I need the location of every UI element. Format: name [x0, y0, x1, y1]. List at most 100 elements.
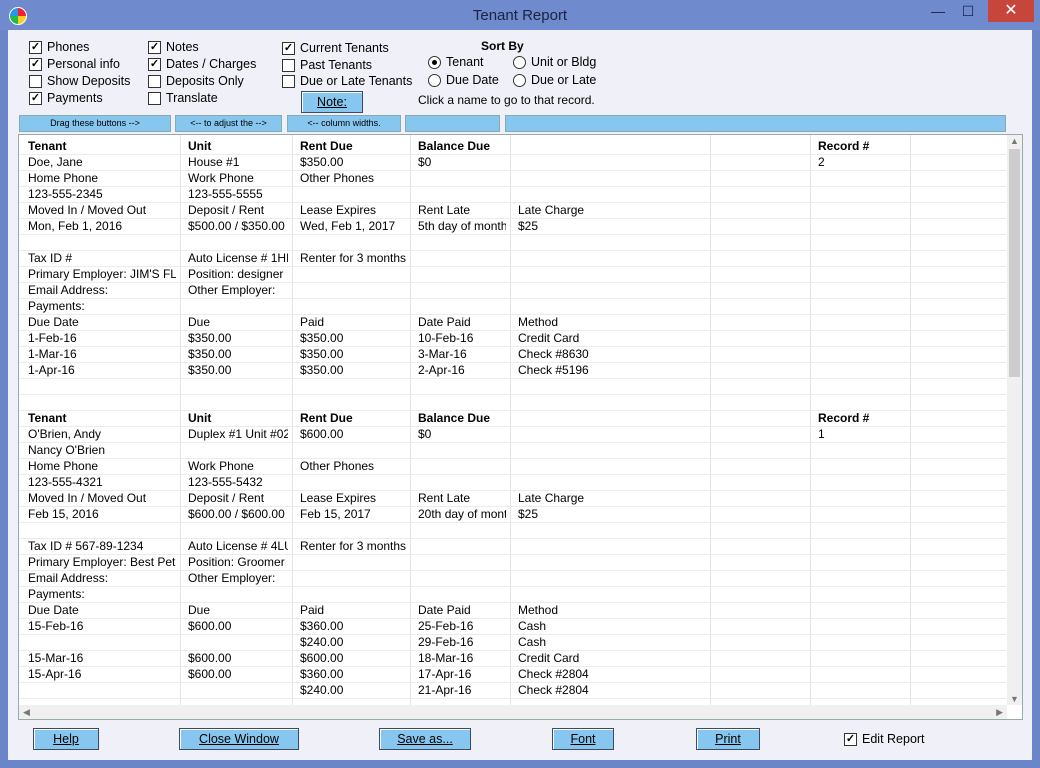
deposits-only-checkbox[interactable]: Deposits Only — [148, 74, 244, 88]
table-row[interactable]: Due Date Due Paid Date Paid Method — [19, 602, 1006, 619]
notes-checkbox[interactable]: ✓ Notes — [148, 40, 199, 54]
table-row[interactable]: 123-555-2345 123-555-5555 — [19, 186, 1006, 203]
table-row[interactable]: Payments: — [19, 586, 1006, 603]
table-row[interactable]: Doe, Jane House #1 $350.00 $0 2 — [19, 154, 1006, 171]
table-cell: $500.00 / $350.00 — [188, 219, 285, 233]
table-row[interactable]: Moved In / Moved Out Deposit / Rent Lease … — [19, 490, 1006, 507]
table-row[interactable]: Tax ID # 567-89-1234 Auto License # 4LU Re… — [19, 538, 1006, 555]
minimize-button[interactable]: — — [924, 0, 952, 22]
save-as-button[interactable]: Save as... — [379, 728, 471, 750]
table-row[interactable]: 15-Mar-16 $600.00 $600.00 18-Mar-16 Credit C… — [19, 650, 1006, 667]
sort-unit-radio[interactable]: Unit or Bldg — [513, 55, 596, 69]
checkbox-box[interactable]: ✓ — [844, 732, 857, 746]
table-cell: Email Address: — [28, 283, 109, 297]
help-button[interactable]: Help — [33, 728, 99, 750]
edit-report-checkbox[interactable]: ✓ Edit Report — [844, 732, 925, 746]
table-cell: Moved In / Moved Out — [28, 203, 147, 217]
table-row[interactable]: Tenant Unit Rent Due Balance Due Record # — [19, 138, 1006, 155]
scroll-down-icon[interactable]: ▼ — [1010, 694, 1019, 704]
due-or-late-tenants-checkbox[interactable]: Due or Late Tenants — [282, 74, 412, 88]
personal-info-checkbox[interactable]: ✓ Personal info — [29, 57, 120, 71]
table-row[interactable]: Home Phone Work Phone Other Phones — [19, 170, 1006, 187]
table-cell: 20th day of montl — [418, 507, 506, 521]
table-row[interactable]: O'Brien, Andy Duplex #1 Unit #02 $600.00 $0… — [19, 426, 1006, 443]
checkbox-box[interactable] — [29, 74, 42, 88]
scroll-thumb[interactable] — [1009, 149, 1020, 377]
checkbox-box[interactable] — [282, 58, 295, 72]
checkbox-box[interactable] — [148, 91, 161, 105]
table-cell: Tenant — [28, 411, 67, 425]
table-row[interactable]: Due Date Due Paid Date Paid Method — [19, 314, 1006, 331]
checkbox-box[interactable] — [148, 74, 161, 88]
current-tenants-checkbox[interactable]: ✓ Current Tenants — [282, 41, 389, 55]
sort-due-date-radio[interactable]: Due Date — [428, 73, 499, 87]
sort-due-or-late-radio[interactable]: Due or Late — [513, 73, 596, 87]
scroll-left-icon[interactable]: ◀ — [23, 707, 30, 718]
table-row[interactable]: Feb 15, 2016 $600.00 / $600.00 Feb 15, 201… — [19, 506, 1006, 523]
table-row[interactable]: Nancy O'Brien — [19, 442, 1006, 459]
table-row[interactable]: 123-555-4321 123-555-5432 — [19, 474, 1006, 491]
sort-tenant-radio[interactable]: Tenant — [428, 55, 484, 69]
payments-checkbox[interactable]: ✓ Payments — [29, 91, 103, 105]
phones-checkbox[interactable]: ✓ Phones — [29, 40, 89, 54]
drag-column-button-4[interactable] — [405, 115, 500, 132]
table-row[interactable]: Tenant Unit Rent Due Balance Due Record # — [19, 410, 1006, 427]
translate-checkbox[interactable]: Translate — [148, 91, 218, 105]
table-row[interactable]: 15-Feb-16 $600.00 $360.00 25-Feb-16 Cash — [19, 618, 1006, 635]
table-row[interactable]: 1-Mar-16 $350.00 $350.00 3-Mar-16 Check #863… — [19, 346, 1006, 363]
vertical-scrollbar[interactable]: ▲ ▼ — [1007, 135, 1022, 705]
table-row[interactable]: Primary Employer: JIM'S FLO Position: des… — [19, 266, 1006, 283]
drag-column-button-5[interactable] — [505, 115, 1006, 132]
table-cell: 15-Apr-16 — [28, 667, 82, 681]
table-row[interactable]: Moved In / Moved Out Deposit / Rent Lease … — [19, 202, 1006, 219]
table-row[interactable] — [19, 234, 1006, 251]
close-window-button[interactable]: Close Window — [179, 728, 299, 750]
scroll-right-icon[interactable]: ▶ — [996, 707, 1003, 718]
close-window-icon[interactable]: ✕ — [988, 0, 1034, 22]
report-grid[interactable]: Tenant Unit Rent Due Balance Due Record # Doe… — [18, 134, 1023, 720]
checkbox-box[interactable]: ✓ — [29, 40, 42, 54]
radio-circle[interactable] — [428, 73, 441, 87]
radio-circle[interactable] — [513, 55, 526, 69]
drag-column-button-2[interactable]: <-- to adjust the --> — [175, 115, 282, 132]
past-tenants-checkbox[interactable]: Past Tenants — [282, 58, 372, 72]
table-row[interactable]: Primary Employer: Best Pet Position: Groo… — [19, 554, 1006, 571]
table-cell: 123-555-5555 — [188, 187, 263, 201]
maximize-button[interactable]: ☐ — [954, 0, 982, 22]
table-row[interactable]: Email Address: Other Employer: — [19, 282, 1006, 299]
table-row[interactable]: 1-Feb-16 $350.00 $350.00 10-Feb-16 Credit Ca… — [19, 330, 1006, 347]
checkbox-box[interactable]: ✓ — [29, 91, 42, 105]
table-cell: Email Address: — [28, 571, 109, 585]
print-button[interactable]: Print — [696, 728, 760, 750]
table-row[interactable]: $240.00 21-Apr-16 Check #2804 — [19, 682, 1006, 699]
table-row[interactable]: $240.00 29-Feb-16 Cash — [19, 634, 1006, 651]
horizontal-scrollbar[interactable]: ◀ ▶ — [19, 705, 1007, 719]
font-button[interactable]: Font — [552, 728, 614, 750]
table-row[interactable]: Mon, Feb 1, 2016 $500.00 / $350.00 Wed, Fe… — [19, 218, 1006, 235]
checkbox-box[interactable]: ✓ — [29, 57, 42, 71]
dates-charges-checkbox[interactable]: ✓ Dates / Charges — [148, 57, 256, 71]
radio-circle[interactable] — [428, 55, 441, 69]
note-button[interactable]: Note: — [301, 91, 363, 113]
table-cell: House #1 — [188, 155, 240, 169]
table-row[interactable] — [19, 522, 1006, 539]
table-cell: Due Date — [28, 603, 79, 617]
checkbox-box[interactable]: ✓ — [148, 40, 161, 54]
drag-column-button-1[interactable]: Drag these buttons --> — [19, 115, 171, 132]
radio-circle[interactable] — [513, 73, 526, 87]
checkbox-box[interactable] — [282, 74, 295, 88]
table-row[interactable]: 15-Apr-16 $600.00 $360.00 17-Apr-16 Check #2… — [19, 666, 1006, 683]
table-row[interactable] — [19, 378, 1006, 395]
table-row[interactable]: Email Address: Other Employer: — [19, 570, 1006, 587]
table-row[interactable] — [19, 394, 1006, 411]
scroll-up-icon[interactable]: ▲ — [1010, 136, 1019, 146]
table-cell: Record # — [818, 139, 870, 153]
table-row[interactable]: Payments: — [19, 298, 1006, 315]
drag-column-button-3[interactable]: <-- column widths. — [287, 115, 401, 132]
show-deposits-checkbox[interactable]: Show Deposits — [29, 74, 130, 88]
checkbox-box[interactable]: ✓ — [282, 41, 295, 55]
table-row[interactable]: 1-Apr-16 $350.00 $350.00 2-Apr-16 Check #519… — [19, 362, 1006, 379]
checkbox-box[interactable]: ✓ — [148, 57, 161, 71]
table-row[interactable]: Tax ID # Auto License # 1HE Renter for 3 m… — [19, 250, 1006, 267]
table-row[interactable]: Home Phone Work Phone Other Phones — [19, 458, 1006, 475]
